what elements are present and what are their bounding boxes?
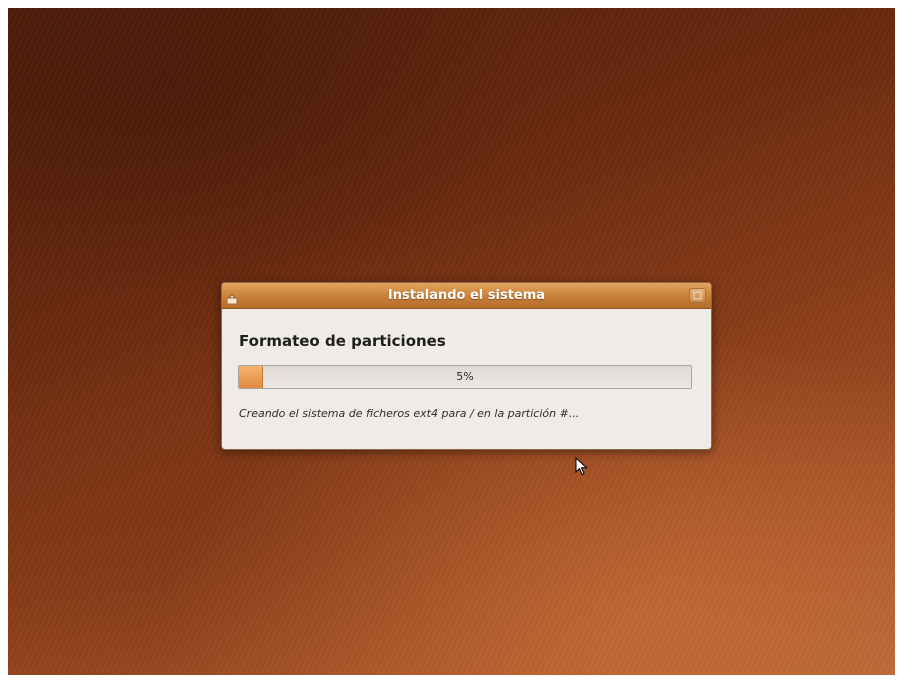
mouse-pointer-icon: [575, 456, 589, 481]
dialog-titlebar[interactable]: Instalando el sistema: [222, 283, 711, 309]
status-text: Creando el sistema de ficheros ext4 para…: [239, 407, 580, 420]
section-heading: Formateo de particiones: [239, 332, 446, 350]
close-icon: [693, 291, 702, 300]
dialog-title: Instalando el sistema: [387, 288, 546, 303]
install-progress-dialog: Instalando el sistema Formateo de partic…: [221, 282, 712, 450]
progress-bar: 5%: [238, 365, 692, 389]
desktop-background: Instalando el sistema Formateo de partic…: [8, 8, 895, 675]
close-button[interactable]: [689, 288, 706, 303]
progress-label: 5%: [456, 370, 474, 383]
